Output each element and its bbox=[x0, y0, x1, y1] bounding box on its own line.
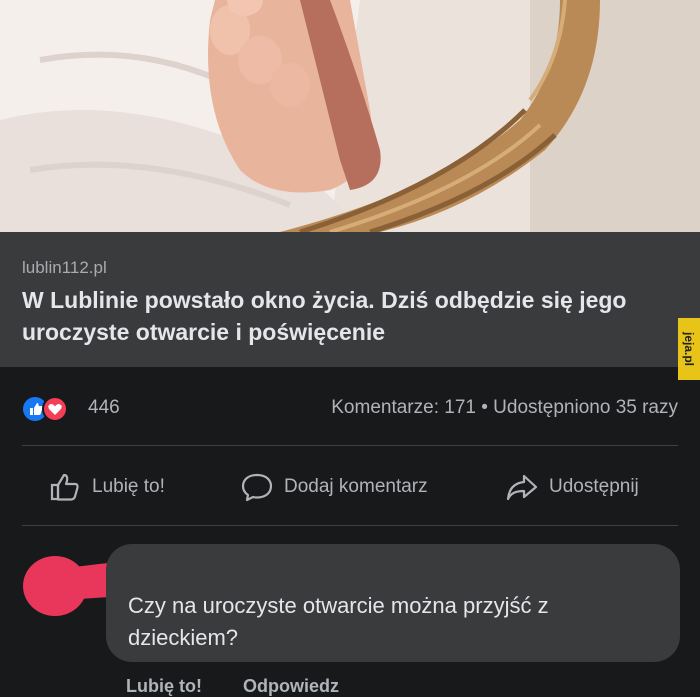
reaction-icons[interactable] bbox=[22, 396, 82, 422]
share-label: Udostępnij bbox=[549, 476, 639, 497]
comment-like-link[interactable]: Lubię to! bbox=[126, 676, 202, 696]
comment-reply-link[interactable]: Odpowiedz bbox=[243, 676, 339, 696]
share-arrow-icon bbox=[506, 474, 538, 501]
divider bbox=[22, 445, 678, 446]
baby-feet-photo bbox=[0, 0, 700, 232]
link-preview-card[interactable]: lublin112.pl W Lublinie powstało okno ży… bbox=[0, 232, 700, 367]
watermark-logo: jeja.pl bbox=[678, 318, 700, 380]
like-label: Lubię to! bbox=[92, 476, 165, 497]
comment-bubble-icon bbox=[241, 473, 273, 502]
reactions-count[interactable]: 446 bbox=[88, 397, 120, 419]
like-button[interactable]: Lubię to! bbox=[48, 462, 165, 512]
share-button[interactable]: Udostępnij bbox=[505, 462, 639, 512]
comments-shares-count[interactable]: Komentarze: 171 • Udostępniono 35 razy bbox=[331, 397, 678, 419]
comment: Czy na uroczyste otwarcie można przyjść … bbox=[0, 530, 700, 697]
thumbs-up-icon bbox=[50, 473, 79, 501]
divider bbox=[22, 525, 678, 526]
reactions-bar: 446 Komentarze: 171 • Udostępniono 35 ra… bbox=[0, 388, 700, 428]
comment-bubble: Czy na uroczyste otwarcie można przyjść … bbox=[106, 544, 680, 662]
comment-text: Czy na uroczyste otwarcie można przyjść … bbox=[128, 593, 549, 650]
link-title: W Lublinie powstało okno życia. Dziś odb… bbox=[22, 287, 627, 345]
comment-button[interactable]: Dodaj komentarz bbox=[240, 462, 428, 512]
comment-label: Dodaj komentarz bbox=[284, 476, 428, 497]
link-source: lublin112.pl bbox=[22, 258, 107, 277]
post-actions: Lubię to! Dodaj komentarz Udostępnij bbox=[0, 462, 700, 512]
comment-actions: Lubię to! Odpowiedz bbox=[126, 676, 375, 697]
post-photo[interactable] bbox=[0, 0, 700, 232]
